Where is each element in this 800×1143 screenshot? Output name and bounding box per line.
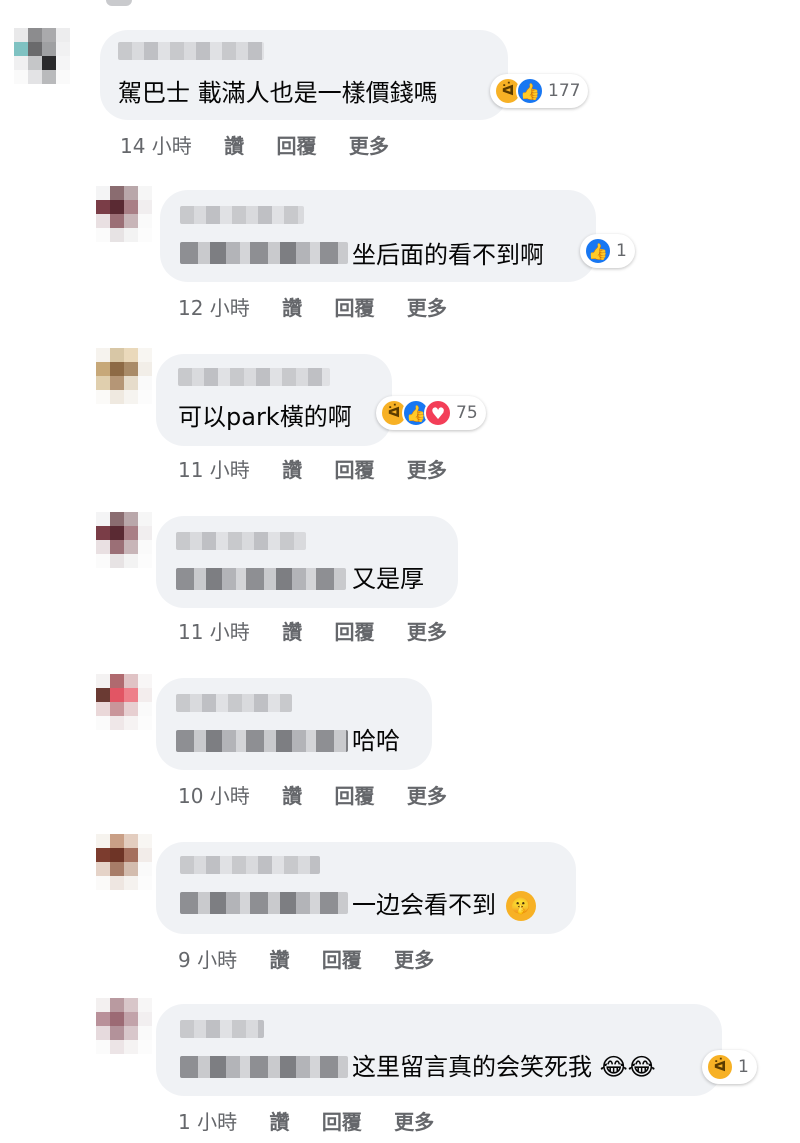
commenter-name-blurred[interactable] [180,206,304,224]
commenter-name-blurred[interactable] [118,42,264,60]
like-button[interactable]: 讚 [269,948,289,972]
reply-button[interactable]: 回覆 [335,296,375,320]
comment-bubble [156,678,432,770]
reaction-count: 1 [616,241,627,261]
like-button[interactable]: 讚 [282,784,302,808]
more-button[interactable]: 更多 [407,620,447,644]
comment-time[interactable]: 10 小時 [178,784,250,808]
avatar[interactable] [96,998,152,1054]
comment-bubble [156,1004,722,1096]
avatar[interactable] [96,348,152,404]
more-button[interactable]: 更多 [407,458,447,482]
commenter-name-blurred[interactable] [176,532,306,550]
more-button[interactable]: 更多 [394,948,434,972]
previous-comment-edge [106,0,132,6]
more-button[interactable]: 更多 [407,784,447,808]
avatar[interactable] [14,28,70,84]
comment-time[interactable]: 14 小時 [120,134,192,158]
comment-actions: 10 小時 讚 回覆 更多 [178,780,473,809]
reply-button[interactable]: 回覆 [335,784,375,808]
like-button[interactable]: 讚 [282,458,302,482]
comment-text: 这里留言真的会笑死我 😂😂 [352,1052,656,1082]
like-button[interactable]: 讚 [224,134,244,158]
reply-button[interactable]: 回覆 [277,134,317,158]
avatar[interactable] [96,186,152,242]
more-button[interactable]: 更多 [394,1110,434,1134]
like-button[interactable]: 讚 [282,620,302,644]
reaction-summary[interactable]: ᐛ 1 [702,1050,757,1084]
comment-text-blurred [176,568,346,590]
comment-text: 一边会看不到 🤫 [352,890,536,921]
reaction-summary[interactable]: ᐛ 👍 177 [490,74,589,108]
comment-time[interactable]: 12 小時 [178,296,250,320]
commenter-name-blurred[interactable] [176,694,292,712]
comment-time[interactable]: 11 小時 [178,458,250,482]
shushing-face-emoji: 🤫 [505,891,536,921]
reply-button[interactable]: 回覆 [322,948,362,972]
more-button[interactable]: 更多 [407,296,447,320]
avatar[interactable] [96,834,152,890]
reaction-count: 75 [456,403,478,423]
comment-bubble [156,516,458,608]
reaction-summary[interactable]: 👍 1 [580,234,635,268]
reaction-summary[interactable]: ᐛ 👍 ♥ 75 [376,396,486,430]
comment-actions: 9 小時 讚 回覆 更多 [178,944,460,973]
comment-actions: 12 小時 讚 回覆 更多 [178,292,473,321]
comment-actions: 1 小時 讚 回覆 更多 [178,1106,460,1135]
love-reaction-icon: ♥ [424,399,452,427]
commenter-name-blurred[interactable] [178,368,330,386]
comment-text-blurred [180,1056,348,1078]
comment-time[interactable]: 9 小時 [178,948,237,972]
avatar[interactable] [96,674,152,730]
comment-actions: 14 小時 讚 回覆 更多 [120,130,415,159]
comment-text-blurred [176,730,348,752]
comment-actions: 11 小時 讚 回覆 更多 [178,616,473,645]
like-button[interactable]: 讚 [269,1110,289,1134]
like-reaction-icon: 👍 [584,237,612,265]
reaction-count: 177 [548,81,581,101]
reply-button[interactable]: 回覆 [335,458,375,482]
comment-text: 駕巴士 載滿人也是一樣價錢嗎 [118,79,438,107]
reply-button[interactable]: 回覆 [322,1110,362,1134]
comment-text: 可以park橫的啊 [178,403,352,431]
haha-reaction-icon: ᐛ [706,1053,734,1081]
comment-text-content: 这里留言真的会笑死我 [352,1053,592,1081]
commenter-name-blurred[interactable] [180,856,320,874]
avatar[interactable] [96,512,152,568]
comment-actions: 11 小時 讚 回覆 更多 [178,454,473,483]
reply-button[interactable]: 回覆 [335,620,375,644]
comment-text: 又是厚 [352,565,424,593]
reaction-count: 1 [738,1057,749,1077]
like-button[interactable]: 讚 [282,296,302,320]
comment-time[interactable]: 1 小時 [178,1110,237,1134]
comment-text-blurred [180,242,348,264]
like-reaction-icon: 👍 [516,77,544,105]
comment-text: 坐后面的看不到啊 [352,241,544,269]
comment-time[interactable]: 11 小時 [178,620,250,644]
comment-text-blurred [180,892,348,914]
more-button[interactable]: 更多 [349,134,389,158]
comment-text: 哈哈 [352,727,400,755]
tears-of-joy-emoji: 😂😂 [599,1053,656,1081]
commenter-name-blurred[interactable] [180,1020,264,1038]
comment-text-content: 一边会看不到 [352,891,496,919]
